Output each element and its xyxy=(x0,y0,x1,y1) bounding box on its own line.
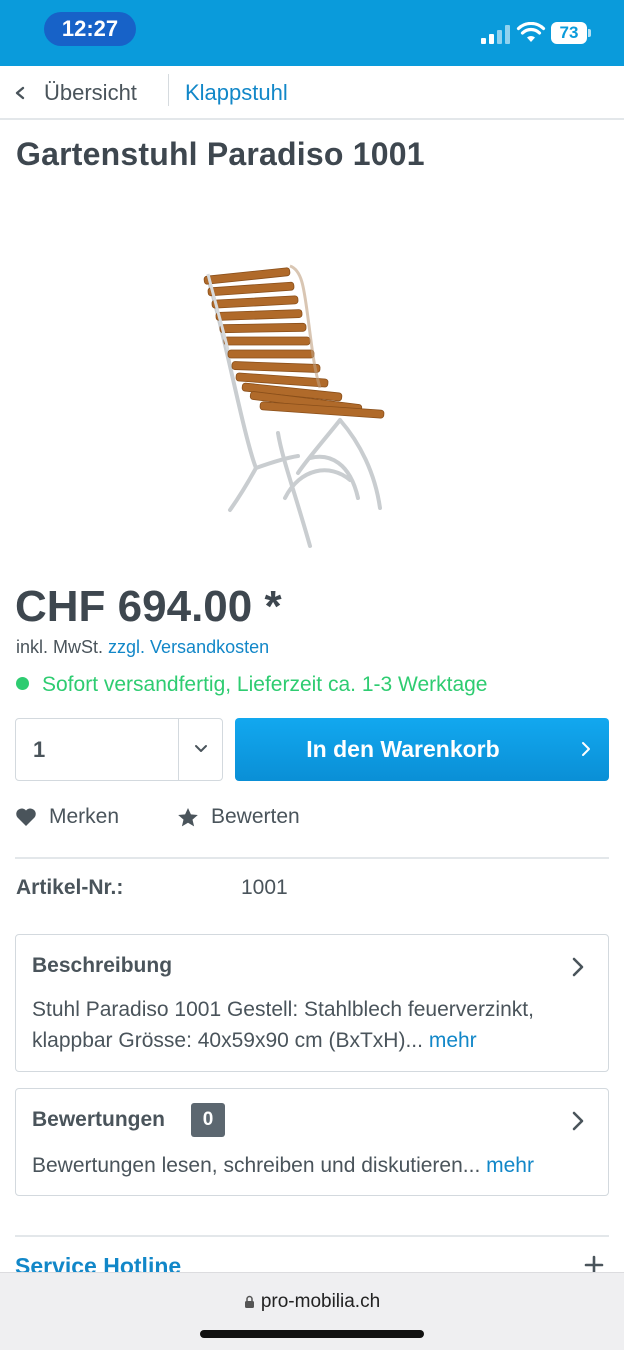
breadcrumb-back-link[interactable]: Übersicht xyxy=(44,80,137,106)
article-number-label: Artikel-Nr.: xyxy=(16,876,124,899)
tax-info: inkl. MwSt. zzgl. Versandkosten xyxy=(16,637,269,658)
product-title: Gartenstuhl Paradiso 1001 xyxy=(16,136,425,172)
star-icon xyxy=(178,808,198,827)
reviews-more-link[interactable]: mehr xyxy=(486,1154,534,1177)
cellular-signal-icon xyxy=(481,24,511,44)
delivery-status: Sofort versandfertig, Lieferzeit ca. 1-3… xyxy=(16,673,488,697)
reviews-text: Bewertungen lesen, schreiben und diskuti… xyxy=(32,1150,592,1181)
url-text: pro-mobilia.ch xyxy=(260,1291,381,1312)
reviews-title: Bewertungen xyxy=(32,1108,166,1131)
status-time: 12:27 xyxy=(44,12,136,46)
heart-icon xyxy=(16,808,36,826)
availability-dot-icon xyxy=(16,677,29,690)
lock-icon xyxy=(244,1295,254,1308)
reviews-panel[interactable]: Bewertungen 0 Bewertungen lesen, schreib… xyxy=(15,1088,609,1196)
chevron-right-icon xyxy=(572,1111,584,1131)
article-number-value: 1001 xyxy=(241,876,288,899)
description-panel[interactable]: Beschreibung Stuhl Paradiso 1001 Gestell… xyxy=(15,934,609,1072)
description-more-link[interactable]: mehr xyxy=(429,1029,477,1052)
add-to-cart-button[interactable]: In den Warenkorb xyxy=(235,718,609,781)
shipping-costs-link[interactable]: zzgl. Versandkosten xyxy=(108,637,269,657)
wifi-icon xyxy=(516,22,546,42)
rate-label: Bewerten xyxy=(211,805,300,828)
quantity-value: 1 xyxy=(33,737,46,762)
chevron-right-icon xyxy=(582,742,590,756)
remember-label: Merken xyxy=(49,805,120,828)
delivery-text: Sofort versandfertig, Lieferzeit ca. 1-3… xyxy=(42,673,488,696)
breadcrumb: Übersicht Klappstuhl xyxy=(0,66,624,120)
chevron-left-icon[interactable] xyxy=(13,82,27,104)
description-text: Stuhl Paradiso 1001 Gestell: Stahlblech … xyxy=(32,994,592,1056)
chevron-right-icon xyxy=(572,957,584,977)
divider xyxy=(15,857,609,859)
tax-prefix: inkl. MwSt. xyxy=(16,637,104,657)
quantity-select[interactable]: 1 xyxy=(15,718,223,781)
breadcrumb-divider xyxy=(168,74,169,106)
battery-icon: 73 xyxy=(551,22,587,44)
home-indicator[interactable] xyxy=(200,1330,424,1338)
quantity-divider xyxy=(178,719,179,780)
add-to-cart-label: In den Warenkorb xyxy=(306,736,500,762)
browser-address-bar[interactable]: pro-mobilia.ch xyxy=(0,1272,624,1350)
reviews-count-badge: 0 xyxy=(191,1103,225,1137)
url-display[interactable]: pro-mobilia.ch xyxy=(0,1291,624,1313)
battery-tip xyxy=(588,29,591,37)
breadcrumb-category-link[interactable]: Klappstuhl xyxy=(185,80,288,106)
divider xyxy=(15,1235,609,1237)
description-title: Beschreibung xyxy=(32,954,173,977)
garden-chair-image[interactable] xyxy=(190,258,420,558)
status-bar: 12:27 73 xyxy=(0,0,624,66)
product-price: CHF 694.00 * xyxy=(15,582,282,631)
chevron-down-icon xyxy=(195,745,207,752)
reviews-body: Bewertungen lesen, schreiben und diskuti… xyxy=(32,1154,481,1177)
